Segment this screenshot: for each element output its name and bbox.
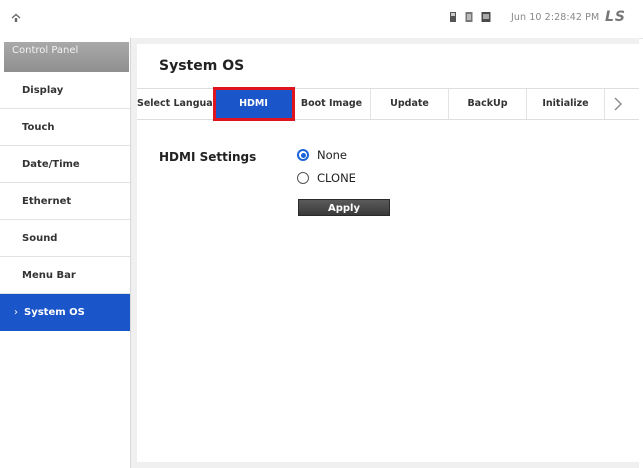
tab-boot-image[interactable]: Boot Image xyxy=(293,89,371,119)
sidebar-item-touch[interactable]: Touch xyxy=(0,109,130,146)
hdmi-settings-label: HDMI Settings xyxy=(159,150,257,164)
signal-icon xyxy=(450,12,456,22)
sidebar: Control Panel Display Touch Date/Time Et… xyxy=(0,38,131,468)
home-icon[interactable] xyxy=(10,12,22,24)
radio-none[interactable]: None xyxy=(297,148,347,162)
tab-initialize[interactable]: Initialize xyxy=(527,89,605,119)
sidebar-item-menu-bar[interactable]: Menu Bar xyxy=(0,257,130,294)
radio-clone-indicator[interactable] xyxy=(297,172,309,184)
content-card: System OS Select Language HDMI Boot Imag… xyxy=(137,44,639,462)
clock: Jun 10 2:28:42 PM xyxy=(511,12,600,23)
tab-backup[interactable]: BackUp xyxy=(449,89,527,119)
storage-icon xyxy=(465,12,473,22)
apply-button[interactable]: Apply xyxy=(298,199,390,216)
device-icon xyxy=(481,12,491,22)
radio-clone-label: CLONE xyxy=(317,171,356,185)
sidebar-item-sound[interactable]: Sound xyxy=(0,220,130,257)
sidebar-item-ethernet[interactable]: Ethernet xyxy=(0,183,130,220)
tab-bar: Select Language HDMI Boot Image Update B… xyxy=(137,87,639,121)
page-title: System OS xyxy=(159,58,245,74)
main-panel: System OS Select Language HDMI Boot Imag… xyxy=(131,38,639,468)
chevron-right-icon xyxy=(614,97,622,111)
ls-logo: LS xyxy=(605,9,627,25)
sidebar-item-label: System OS xyxy=(24,307,85,318)
radio-none-label: None xyxy=(317,148,348,162)
radio-clone[interactable]: CLONE xyxy=(297,171,356,185)
tab-select-language[interactable]: Select Language xyxy=(137,89,226,119)
tab-hdmi[interactable]: HDMI xyxy=(213,87,295,121)
chevron-right-icon: › xyxy=(14,307,18,318)
sidebar-header: Control Panel xyxy=(4,42,129,72)
radio-none-indicator[interactable] xyxy=(297,149,309,161)
tab-update[interactable]: Update xyxy=(371,89,449,119)
status-icons xyxy=(448,11,492,23)
sidebar-item-date-time[interactable]: Date/Time xyxy=(0,146,130,183)
sidebar-item-system-os[interactable]: › System OS xyxy=(0,294,130,331)
sidebar-item-display[interactable]: Display xyxy=(0,72,130,109)
tabs-next-button[interactable] xyxy=(605,89,631,119)
status-bar: Jun 10 2:28:42 PM LS xyxy=(0,0,643,39)
